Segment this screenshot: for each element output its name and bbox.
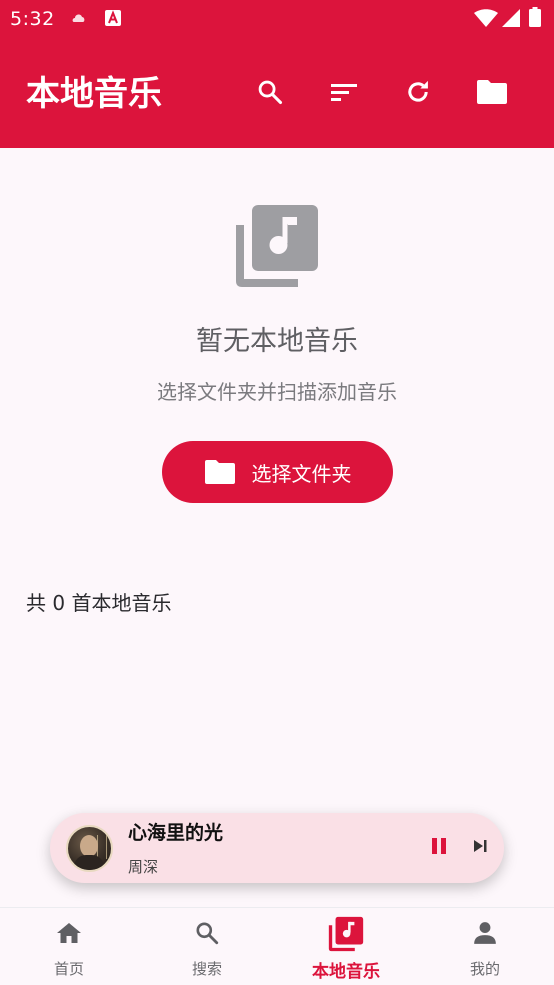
- empty-subtitle: 选择文件夹并扫描添加音乐: [157, 380, 397, 404]
- now-playing-artist: 周深: [128, 858, 159, 876]
- folder-icon: [476, 79, 508, 109]
- top-app-bar: 5:32 本地音乐: [0, 0, 554, 148]
- choose-folder-button[interactable]: 选择文件夹: [162, 441, 393, 503]
- pause-icon: [430, 837, 448, 859]
- refresh-icon: [404, 78, 432, 110]
- skip-next-icon: [472, 838, 488, 858]
- home-icon: [0, 918, 138, 948]
- search-icon: [256, 78, 284, 110]
- choose-folder-label: 选择文件夹: [251, 461, 352, 486]
- signal-icon: [502, 9, 520, 27]
- empty-title: 暂无本地音乐: [196, 326, 358, 357]
- folder-icon: [204, 459, 236, 485]
- screen: 5:32 本地音乐 暂无本地音乐 选择文件夹并扫描添加音乐 选择文件夹 共 0 …: [0, 0, 554, 985]
- next-button[interactable]: [468, 836, 492, 860]
- bottom-navigation: 首页 搜索 本地音乐 我的: [0, 907, 554, 985]
- mini-player[interactable]: 心海里的光 周深: [50, 813, 504, 883]
- refresh-button[interactable]: [398, 74, 438, 114]
- album-cover: [66, 825, 113, 872]
- status-time: 5:32: [10, 8, 55, 30]
- music-library-icon: [277, 916, 415, 952]
- music-library-icon: [234, 203, 320, 289]
- nav-label-mine: 我的: [469, 960, 500, 978]
- wifi-icon: [474, 9, 498, 27]
- nav-label-home: 首页: [53, 960, 84, 978]
- nav-item-home[interactable]: 首页: [0, 908, 138, 985]
- sort-icon: [329, 80, 359, 108]
- folder-button[interactable]: [472, 74, 512, 114]
- now-playing-title: 心海里的光: [128, 822, 224, 844]
- search-button[interactable]: [250, 74, 290, 114]
- sort-button[interactable]: [324, 74, 364, 114]
- cloud-icon: [72, 12, 86, 24]
- nav-item-search[interactable]: 搜索: [138, 908, 276, 985]
- song-count: 共 0 首本地音乐: [26, 591, 172, 615]
- nav-label-local-music: 本地音乐: [312, 962, 380, 982]
- nav-item-mine[interactable]: 我的: [416, 908, 554, 985]
- nav-label-search: 搜索: [191, 960, 222, 978]
- status-bar: 5:32: [0, 0, 554, 40]
- search-icon: [138, 918, 276, 948]
- person-icon: [416, 918, 554, 948]
- pause-button[interactable]: [427, 836, 451, 860]
- nav-item-local-music[interactable]: 本地音乐: [277, 908, 415, 985]
- battery-icon: [529, 7, 541, 27]
- a-badge-icon: [105, 10, 121, 26]
- page-title: 本地音乐: [26, 74, 162, 114]
